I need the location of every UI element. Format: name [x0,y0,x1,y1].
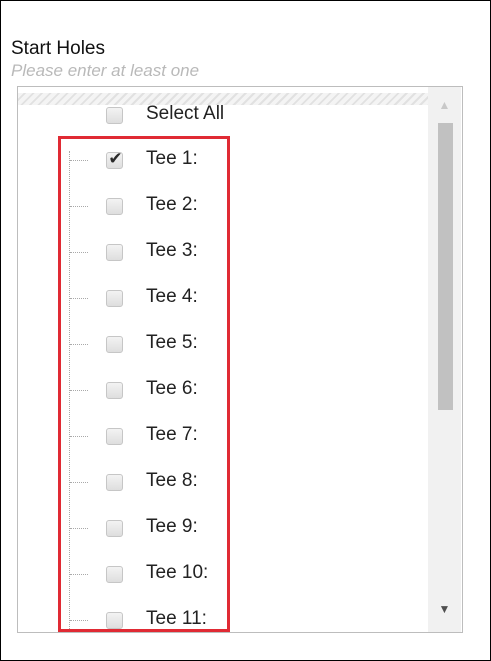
tee-label: Tee 5: [146,332,198,353]
tree-connector-line [69,151,70,632]
tee-label: Tee 9: [146,516,198,537]
tree-connector-tick [70,206,88,207]
tee-label: Tee 6: [146,378,198,399]
tee-label: Tee 3: [146,240,198,261]
vertical-scrollbar[interactable]: ▲ ▼ [428,87,461,632]
tree-connector-tick [70,436,88,437]
tee-checkbox[interactable]: ✔ [106,428,123,445]
scroll-up-arrow-icon[interactable]: ▲ [428,91,461,119]
tree-connector-tick [70,528,88,529]
tee-checkbox[interactable]: ✔ [106,290,123,307]
check-icon: ✔ [108,149,123,168]
tee-label: Tee 10: [146,562,209,583]
tree-connector-tick [70,390,88,391]
tee-label: Tee 11: [146,608,207,629]
tree-connector-tick [70,620,88,621]
scrollbar-thumb[interactable] [438,123,453,410]
select-all-row[interactable]: ✔ Select All [18,87,428,131]
tree-connector-tick [70,160,88,161]
tee-label: Tee 7: [146,424,198,445]
select-all-label: Select All [146,103,225,124]
start-holes-hint: Please enter at least one [11,61,200,80]
tee-checkbox[interactable]: ✔ [106,244,123,261]
tree-connector-tick [70,344,88,345]
tee-checkbox[interactable]: ✔ [106,149,123,169]
tee-label: Tee 8: [146,470,198,491]
dialog-frame: Start Holes Please enter at least one ✔ … [0,0,491,661]
tee-checkbox[interactable]: ✔ [106,612,123,629]
tree-connector-tick [70,298,88,299]
tee-checkbox[interactable]: ✔ [106,198,123,215]
tee-checkbox[interactable]: ✔ [106,566,123,583]
tee-checkbox[interactable]: ✔ [106,382,123,399]
tee-checkbox[interactable]: ✔ [106,336,123,353]
tree-connector-tick [70,482,88,483]
start-holes-listbox[interactable]: ✔ Select All ✔ Tee 1: ✔ Tee 2: ✔ Tee 3: ✔ Tee 4… [17,86,463,633]
select-all-checkbox[interactable]: ✔ [106,107,123,124]
tee-checkbox[interactable]: ✔ [106,474,123,491]
tee-label: Tee 1: [146,148,198,169]
tree-connector-tick [70,574,88,575]
scroll-down-arrow-icon[interactable]: ▼ [428,595,461,623]
tee-checkbox[interactable]: ✔ [106,520,123,537]
tee-label: Tee 4: [146,286,198,307]
start-holes-label: Start Holes [11,38,105,59]
tree-connector-tick [70,252,88,253]
tee-label: Tee 2: [146,194,198,215]
